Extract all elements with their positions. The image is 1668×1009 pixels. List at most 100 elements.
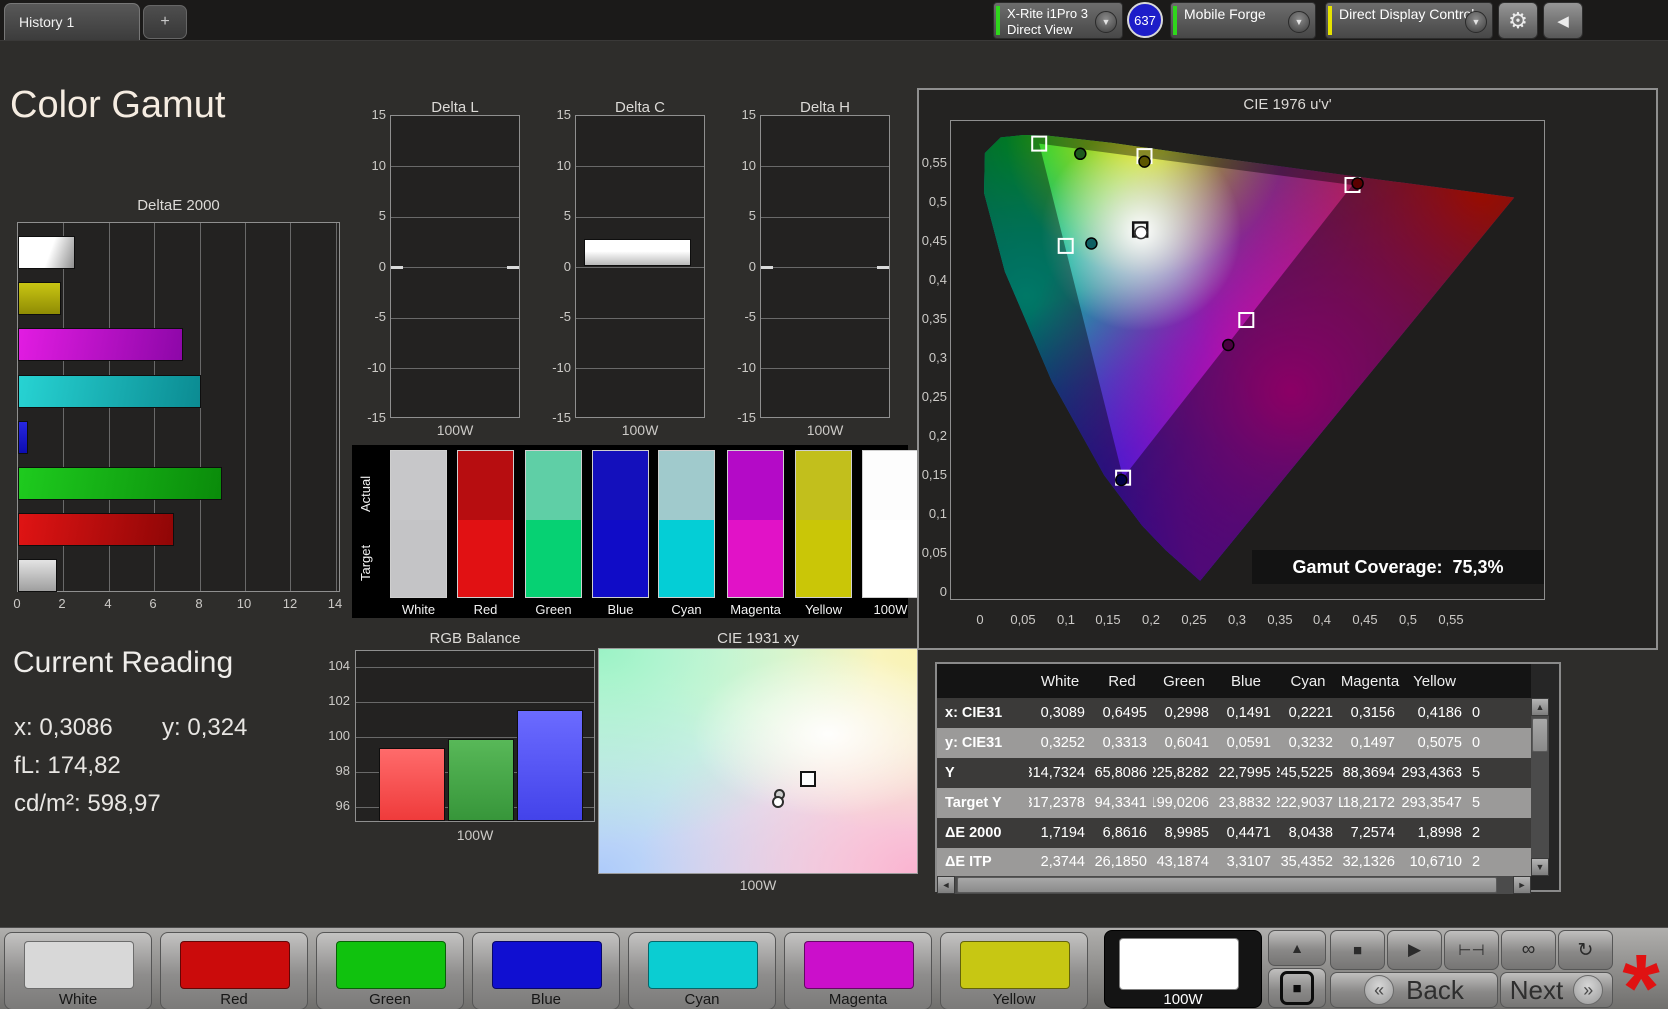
scroll-right-icon[interactable]: ► (1513, 876, 1531, 894)
display-control-dropdown[interactable]: Direct Display Control ▼ (1325, 2, 1493, 39)
stop-button[interactable]: ■ (1330, 930, 1385, 970)
refresh-icon: ↻ (1577, 939, 1594, 961)
bar-white (18, 559, 58, 592)
scroll-down-icon[interactable]: ▼ (1531, 858, 1549, 876)
patch-button-cyan[interactable]: Cyan (628, 932, 776, 1009)
patch-button-magenta[interactable]: Magenta (784, 932, 932, 1009)
infinity-icon: ∞ (1521, 939, 1536, 960)
collapse-panel-button[interactable]: ◀ (1543, 2, 1583, 39)
x-tick: 10 (236, 596, 252, 611)
meter-status-stripe (996, 6, 1000, 35)
measured-white-dot (1134, 225, 1148, 240)
x-tick: 6 (149, 596, 157, 611)
patch-button-100w-selected[interactable]: 100W (1104, 930, 1262, 1008)
table-row: x: CIE31 0,3089 0,6495 0,2998 0,1491 0,222… (937, 698, 1531, 728)
single-measure-button[interactable]: ⊢⊣ (1444, 930, 1499, 970)
play-button[interactable]: ▶ (1387, 930, 1442, 970)
color-patch (24, 941, 134, 989)
patch-button-red[interactable]: Red (160, 932, 308, 1009)
color-patch (492, 941, 602, 989)
color-patch (804, 941, 914, 989)
x-tick: 0 (13, 596, 21, 611)
color-patch (960, 941, 1070, 989)
measured-red-dot (1351, 177, 1364, 190)
current-reading-title: Current Reading (13, 646, 234, 679)
settings-button[interactable]: ⚙ (1498, 2, 1538, 39)
range-icon: ⊢⊣ (1458, 942, 1485, 959)
tab-history-1[interactable]: History 1 (4, 3, 140, 40)
plus-icon: + (160, 13, 170, 30)
cie1931-target-square (800, 771, 816, 787)
patch-button-white[interactable]: White (4, 932, 152, 1009)
color-patch (1119, 938, 1239, 990)
gamut-coverage-readout: Gamut Coverage: 75,3% (1252, 550, 1544, 584)
collapse-left-icon: ◀ (1557, 12, 1569, 30)
refresh-button[interactable]: ↻ (1558, 930, 1613, 970)
patch-button-yellow[interactable]: Yellow (940, 932, 1088, 1009)
cie1976-title: CIE 1976 u'v' (1243, 96, 1332, 113)
delta-l-plot (390, 115, 520, 418)
table-vscrollbar[interactable]: ▲ ▼ (1531, 698, 1549, 876)
x-tick: 14 (327, 596, 343, 611)
chevron-down-icon[interactable]: ▼ (1288, 11, 1310, 33)
cie1976-plot (950, 120, 1545, 600)
page-title: Color Gamut (10, 84, 226, 126)
gear-icon: ⚙ (1508, 7, 1528, 33)
gamut-coverage-label: Gamut Coverage: (1292, 556, 1443, 577)
vscroll-thumb[interactable] (1532, 718, 1548, 752)
delta-c-title: Delta C (614, 99, 666, 116)
pattern-source-dropdown[interactable]: Mobile Forge ▼ (1170, 2, 1316, 39)
next-button[interactable]: Next » (1500, 972, 1613, 1008)
add-tab-button[interactable]: + (143, 5, 187, 39)
chevron-down-icon[interactable]: ▼ (1095, 11, 1117, 33)
color-patch (336, 941, 446, 989)
deltae2000-title: DeltaE 2000 (137, 197, 220, 214)
swatch-green (525, 450, 582, 598)
bar-red (18, 513, 174, 546)
meter-dropdown[interactable]: X-Rite i1Pro 3 Direct View ▼ (993, 2, 1123, 39)
rgb-green-bar (448, 739, 514, 821)
up-arrow-icon: ▲ (1290, 940, 1304, 956)
bar-cyan (18, 375, 201, 408)
table-row: ΔE ITP 2,3744 26,1850 43,1874 3,3107 35,43… (937, 848, 1531, 876)
x-tick: 12 (282, 596, 298, 611)
patch-button-green[interactable]: Green (316, 932, 464, 1009)
swatch-white (390, 450, 447, 598)
measured-magenta-dot (1222, 338, 1235, 352)
hscroll-thumb[interactable] (957, 877, 1497, 893)
back-button[interactable]: « Back (1330, 972, 1498, 1008)
measured-blue-dot (1115, 473, 1128, 487)
pattern-window-button[interactable]: ■ (1268, 968, 1326, 1008)
selected-square-icon: ■ (1280, 971, 1314, 1005)
pattern-up-button[interactable]: ▲ (1268, 930, 1326, 966)
delta-c-plot (575, 115, 705, 418)
patch-button-blue[interactable]: Blue (472, 932, 620, 1009)
x-tick: 2 (58, 596, 66, 611)
calman-window: History 1 + X-Rite i1Pro 3 Direct View ▼… (0, 0, 1668, 1009)
meter-count-badge[interactable]: 637 (1127, 2, 1163, 38)
continuous-measure-button[interactable]: ∞ (1501, 930, 1556, 970)
cie1931-measured-dot (772, 796, 784, 808)
scroll-left-icon[interactable]: ◄ (937, 876, 955, 894)
bar-magenta (18, 328, 183, 361)
top-bar: History 1 + X-Rite i1Pro 3 Direct View ▼… (0, 0, 1668, 41)
table-header: White Red Green Blue Cyan Magenta Yellow (937, 664, 1531, 698)
x-tick: 8 (195, 596, 203, 611)
swatch-yellow (795, 450, 852, 598)
table-hscrollbar[interactable]: ◄ ► (937, 876, 1531, 894)
cie1931-title: CIE 1931 xy (717, 630, 799, 647)
cie1976-panel: CIE 1976 u'v' 0,55 0,5 0,45 0,4 0,35 0,3… (917, 88, 1658, 650)
chevron-down-icon[interactable]: ▼ (1465, 11, 1487, 33)
delta-h-plot (760, 115, 890, 418)
gamut-coverage-value: 75,3% (1452, 556, 1504, 577)
bar-blue (18, 421, 29, 454)
reading-fl: fL: 174,82 (14, 752, 121, 779)
session-asterisk[interactable]: * (1616, 924, 1666, 1009)
scroll-up-icon[interactable]: ▲ (1531, 698, 1549, 716)
display-status-stripe (1328, 6, 1332, 35)
x-tick: 4 (104, 596, 112, 611)
color-patch (180, 941, 290, 989)
next-chevron-icon: » (1573, 975, 1604, 1005)
table-row: Y 314,7324 65,8086 225,8282 22,7995 245,52… (937, 758, 1531, 788)
asterisk-icon: * (1622, 935, 1660, 1009)
